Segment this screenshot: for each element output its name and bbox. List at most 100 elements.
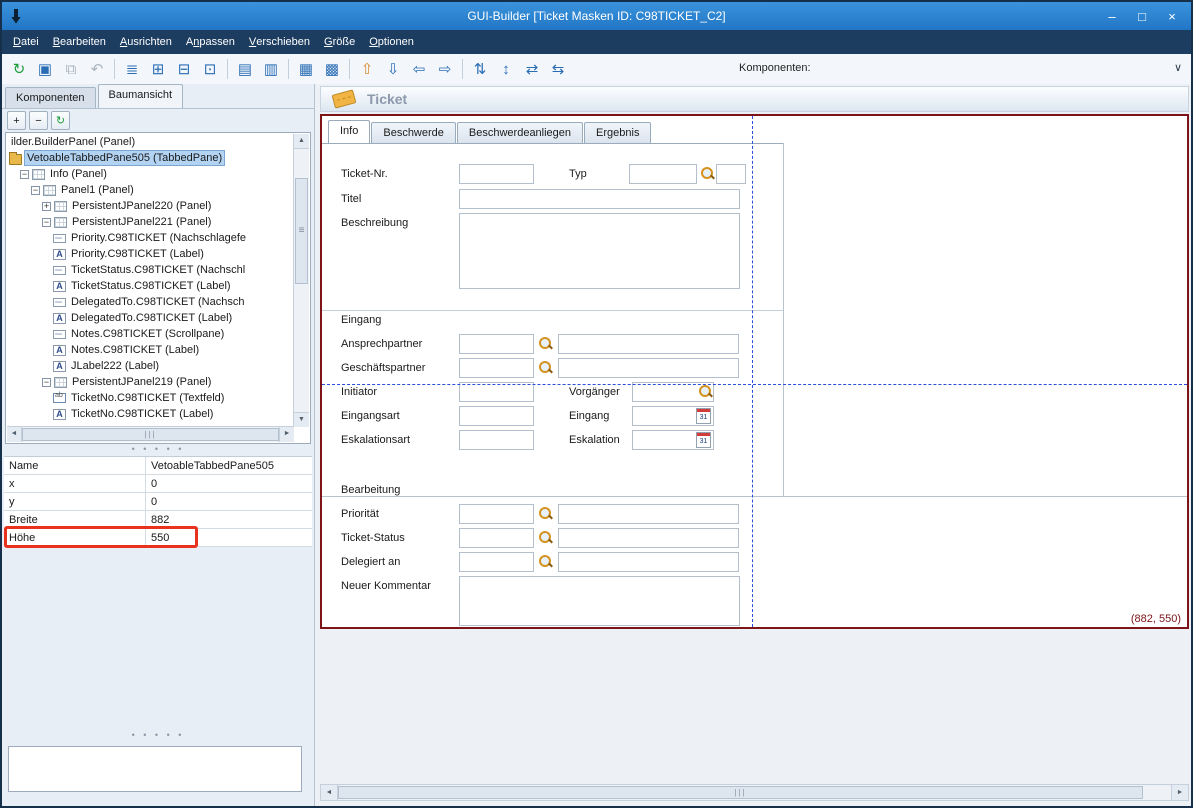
- scroll-down-icon[interactable]: [294, 412, 309, 427]
- ticket-status-lookup-icon[interactable]: [538, 530, 552, 544]
- expand-all-button[interactable]: +: [7, 111, 26, 130]
- maximize-button[interactable]: □: [1127, 2, 1157, 30]
- ticket-nr-input[interactable]: [459, 164, 534, 184]
- property-value[interactable]: 550: [146, 529, 312, 546]
- titel-input[interactable]: [459, 189, 740, 209]
- move-up-button[interactable]: ⇧: [354, 57, 380, 81]
- designer-tab-info[interactable]: Info: [328, 120, 370, 143]
- tree-item[interactable]: TicketNo.C98TICKET (Label): [7, 406, 294, 422]
- scroll-left-icon[interactable]: [321, 785, 338, 800]
- tree-item[interactable]: DelegatedTo.C98TICKET (Label): [7, 310, 294, 326]
- scroll-right-icon[interactable]: [1171, 785, 1188, 800]
- move-left-button[interactable]: ⇦: [406, 57, 432, 81]
- horizontal-scroll-thumb[interactable]: [22, 428, 279, 441]
- distribute-button[interactable]: ▩: [319, 57, 345, 81]
- tree-item[interactable]: TicketStatus.C98TICKET (Label): [7, 278, 294, 294]
- refresh-tree-button[interactable]: ↻: [51, 111, 70, 130]
- eskalationsart-input[interactable]: [459, 430, 534, 450]
- delegiert-an-code-input[interactable]: [459, 552, 534, 572]
- eingang-calendar-icon[interactable]: 31: [696, 408, 711, 424]
- typ-extra-input[interactable]: [716, 164, 746, 184]
- tree-item[interactable]: −Panel1 (Panel): [7, 182, 294, 198]
- menu-item-optionen[interactable]: Optionen: [362, 30, 421, 54]
- scroll-left-icon[interactable]: [7, 427, 22, 442]
- tree-item[interactable]: Priority.C98TICKET (Label): [7, 246, 294, 262]
- tree-item[interactable]: VetoableTabbedPane505 (TabbedPane): [7, 150, 294, 166]
- typ-input[interactable]: [629, 164, 697, 184]
- geschaeftspartner-code-input[interactable]: [459, 358, 534, 378]
- tree-horizontal-scrollbar[interactable]: [7, 426, 294, 442]
- tree-item[interactable]: −PersistentJPanel219 (Panel): [7, 374, 294, 390]
- close-button[interactable]: ×: [1157, 2, 1187, 30]
- property-value[interactable]: 0: [146, 493, 312, 510]
- tree-item[interactable]: DelegatedTo.C98TICKET (Nachsch: [7, 294, 294, 310]
- tree-item[interactable]: ilder.BuilderPanel (Panel): [7, 134, 294, 150]
- prioritaet-lookup-icon[interactable]: [538, 506, 552, 520]
- designer-tab-beschwerde[interactable]: Beschwerde: [371, 122, 456, 143]
- tree-item[interactable]: Notes.C98TICKET (Label): [7, 342, 294, 358]
- property-value[interactable]: VetoableTabbedPane505: [146, 457, 312, 474]
- tab-komponenten[interactable]: Komponenten: [5, 87, 96, 108]
- tree-vertical-scrollbar[interactable]: [293, 134, 309, 427]
- design-canvas[interactable]: InfoBeschwerdeBeschwerdeanliegenErgebnis…: [320, 114, 1189, 629]
- prioritaet-name-input[interactable]: [558, 504, 739, 524]
- tree-item[interactable]: TicketStatus.C98TICKET (Nachschl: [7, 262, 294, 278]
- layout-columns-button[interactable]: ⊟: [171, 57, 197, 81]
- property-value[interactable]: 0: [146, 475, 312, 492]
- vertical-scroll-thumb[interactable]: [295, 178, 308, 284]
- collapse-icon[interactable]: −: [20, 170, 29, 179]
- geschaeftspartner-name-input[interactable]: [558, 358, 739, 378]
- menu-item-anpassen[interactable]: Anpassen: [179, 30, 242, 54]
- snap-grid-button[interactable]: ▦: [293, 57, 319, 81]
- delegiert-an-lookup-icon[interactable]: [538, 554, 552, 568]
- align-right-button[interactable]: ▥: [258, 57, 284, 81]
- tree-item[interactable]: −Info (Panel): [7, 166, 294, 182]
- refresh-button[interactable]: ↻: [6, 57, 32, 81]
- initiator-input[interactable]: [459, 382, 534, 402]
- menu-item-bearbeiten[interactable]: Bearbeiten: [46, 30, 113, 54]
- size-width-minus-button[interactable]: ⇆: [545, 57, 571, 81]
- designer-horizontal-scrollbar[interactable]: [320, 784, 1189, 801]
- component-search-button[interactable]: ⊞: [145, 57, 171, 81]
- komponenten-dropdown[interactable]: [817, 58, 1163, 79]
- designer-tab-beschwerdeanliegen[interactable]: Beschwerdeanliegen: [457, 122, 583, 143]
- typ-lookup-icon[interactable]: [700, 166, 714, 180]
- tree-item[interactable]: −PersistentJPanel221 (Panel): [7, 214, 294, 230]
- collapse-all-button[interactable]: −: [29, 111, 48, 130]
- tab-baumansicht[interactable]: Baumansicht: [98, 84, 184, 108]
- splitter-handle-bottom[interactable]: • • • • •: [2, 732, 314, 740]
- size-height-plus-button[interactable]: ⇅: [467, 57, 493, 81]
- ansprechpartner-lookup-icon[interactable]: [538, 336, 552, 350]
- tree-item[interactable]: TicketNo.C98TICKET (Textfeld): [7, 390, 294, 406]
- align-left-button[interactable]: ▤: [232, 57, 258, 81]
- ansprechpartner-name-input[interactable]: [558, 334, 739, 354]
- menu-item-gre[interactable]: Größe: [317, 30, 362, 54]
- expand-icon[interactable]: +: [42, 202, 51, 211]
- ansprechpartner-code-input[interactable]: [459, 334, 534, 354]
- property-value[interactable]: 882: [146, 511, 312, 528]
- menu-item-datei[interactable]: Datei: [6, 30, 46, 54]
- delegiert-an-name-input[interactable]: [558, 552, 739, 572]
- scroll-right-icon[interactable]: [279, 427, 294, 442]
- ticket-status-code-input[interactable]: [459, 528, 534, 548]
- component-list-button[interactable]: ≣: [119, 57, 145, 81]
- tree-item[interactable]: +PersistentJPanel220 (Panel): [7, 198, 294, 214]
- minimize-button[interactable]: –: [1097, 2, 1127, 30]
- designer-tab-ergebnis[interactable]: Ergebnis: [584, 122, 651, 143]
- splitter-handle-top[interactable]: • • • • •: [2, 446, 314, 454]
- prioritaet-code-input[interactable]: [459, 504, 534, 524]
- move-down-button[interactable]: ⇩: [380, 57, 406, 81]
- tree-item[interactable]: JLabel222 (Label): [7, 358, 294, 374]
- eskalation-calendar-icon[interactable]: 31: [696, 432, 711, 448]
- beschreibung-textarea[interactable]: [459, 213, 740, 289]
- tree-item[interactable]: Priority.C98TICKET (Nachschlagefe: [7, 230, 294, 246]
- save-button[interactable]: ▣: [32, 57, 58, 81]
- chevron-down-icon[interactable]: ∨: [1174, 61, 1182, 74]
- scroll-up-icon[interactable]: [294, 134, 309, 149]
- geschaeftspartner-lookup-icon[interactable]: [538, 360, 552, 374]
- eingangsart-input[interactable]: [459, 406, 534, 426]
- menu-item-verschieben[interactable]: Verschieben: [242, 30, 317, 54]
- size-width-plus-button[interactable]: ⇄: [519, 57, 545, 81]
- collapse-icon[interactable]: −: [31, 186, 40, 195]
- collapse-icon[interactable]: −: [42, 378, 51, 387]
